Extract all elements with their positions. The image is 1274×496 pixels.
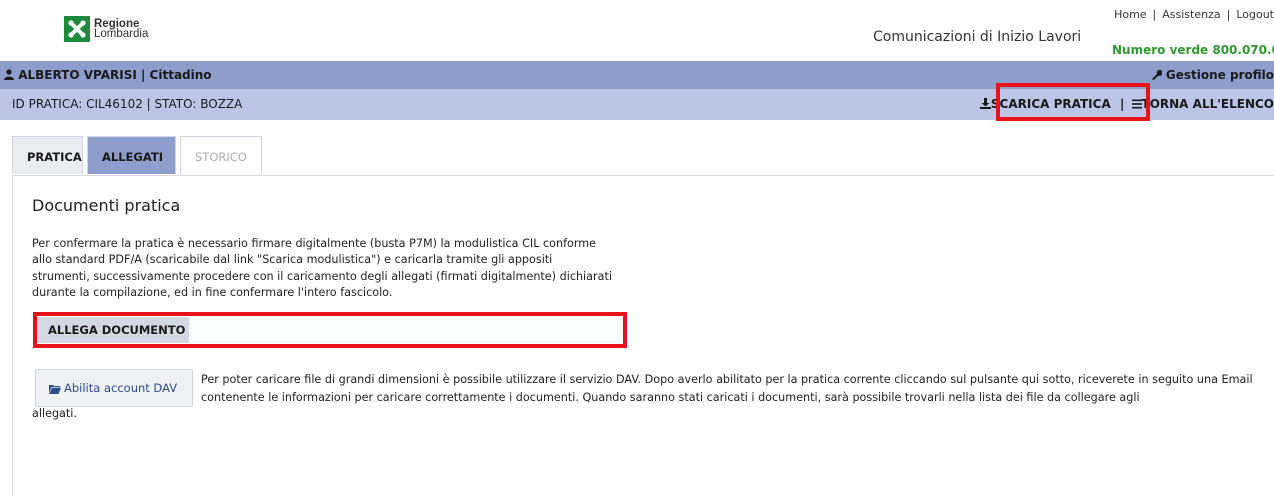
wrench-icon [1151, 69, 1162, 80]
user-name: ALBERTO VPARISI | Cittadino [18, 68, 212, 82]
section-title: Documenti pratica [32, 196, 181, 215]
user-icon [4, 69, 14, 80]
gestione-profilo-link[interactable]: Gestione profilo [1151, 61, 1274, 89]
app-title: Comunicazioni di Inizio Lavori [873, 29, 1082, 45]
dav-description: Per poter caricare file di grandi dimens… [201, 373, 1253, 404]
logout-link[interactable]: Logout [1236, 8, 1274, 21]
instructions-text: Per confermare la pratica è necessario f… [32, 236, 632, 301]
instructions-line: Per confermare la pratica è necessario f… [32, 237, 597, 250]
logo-mark-icon [64, 16, 90, 42]
dav-description-tail: allegati. [32, 407, 77, 420]
instructions-line: strumenti, successivamente procedere con… [32, 269, 612, 283]
separator: | [1226, 8, 1231, 21]
assistenza-link[interactable]: Assistenza [1162, 8, 1220, 21]
folder-icon [49, 385, 61, 394]
tab-storico: STORICO [180, 136, 262, 174]
regione-lombardia-logo[interactable]: Regione Lombardia [64, 16, 148, 42]
instructions-line: allo standard PDF/A (scaricabile dal lin… [32, 253, 553, 267]
top-links: Home | Assistenza | Logout [1114, 8, 1274, 21]
tab-bar: PRATICA ALLEGATI STORICO [12, 136, 266, 176]
instructions-line: durante la compilazione, ed in fine conf… [32, 285, 393, 299]
abilita-account-dav-button[interactable]: Abilita account DAV [35, 369, 193, 407]
logo-text: Regione Lombardia [94, 18, 149, 40]
abilita-account-dav-label: Abilita account DAV [64, 381, 178, 395]
home-link[interactable]: Home [1114, 8, 1146, 21]
user-info: ALBERTO VPARISI | Cittadino [4, 61, 212, 89]
numero-verde: Numero verde 800.070.090 [1112, 43, 1274, 57]
download-icon [979, 98, 991, 109]
page-header: Regione Lombardia Home | Assistenza | Logout… [0, 0, 1274, 61]
highlight-allega-documento [33, 312, 627, 348]
tab-pratica[interactable]: PRATICA [12, 136, 83, 174]
gestione-profilo-label: Gestione profilo [1165, 68, 1274, 82]
tab-allegati[interactable]: ALLEGATI [87, 136, 176, 174]
torna-elenco-button[interactable]: TORNA ALL'ELENCO [1131, 97, 1274, 111]
torna-elenco-label: TORNA ALL'ELENCO [1141, 97, 1274, 111]
practice-info: ID PRATICA: CIL46102 | STATO: BOZZA [12, 97, 243, 111]
separator: | [1152, 8, 1157, 21]
highlight-scarica-pratica [996, 83, 1150, 121]
logo-line-2: Lombardia [94, 28, 149, 40]
